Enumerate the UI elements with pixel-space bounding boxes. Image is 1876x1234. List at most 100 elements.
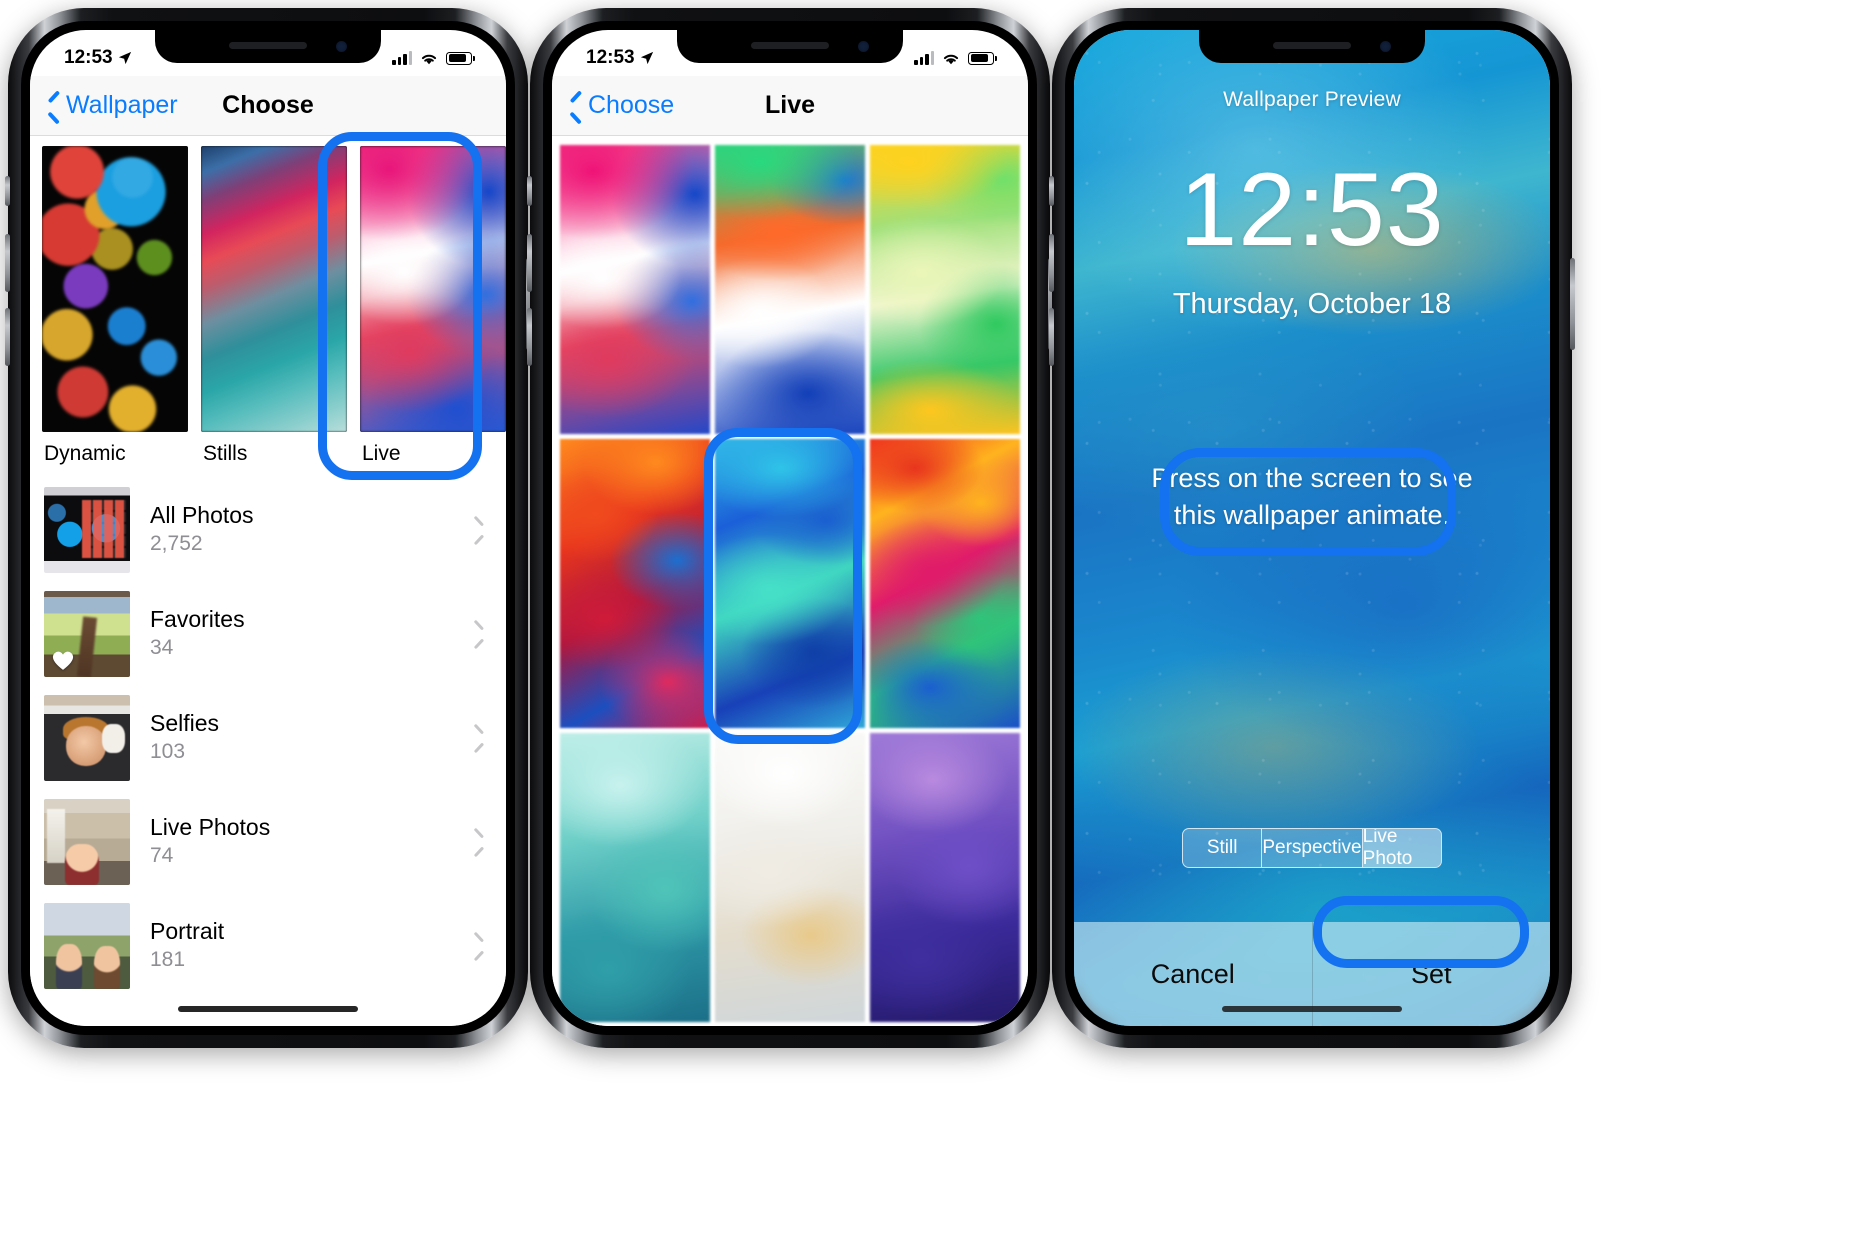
wifi-icon — [943, 54, 959, 64]
back-button-label: Choose — [588, 91, 675, 119]
side-button[interactable] — [1570, 258, 1575, 350]
selfies-thumb — [44, 695, 130, 781]
album-name: All Photos — [150, 502, 254, 529]
status-right — [392, 51, 476, 66]
phone-screen: 12:53 — [30, 30, 506, 1026]
album-name: Selfies — [150, 710, 220, 737]
phone-live: 12:53 Choose Live — [527, 8, 1053, 1048]
phone-screen: Wallpaper Preview 12:53 Thursday, Octobe… — [1074, 30, 1550, 1026]
live-wallpaper-7[interactable] — [560, 733, 710, 1022]
mute-switch[interactable] — [1049, 176, 1054, 206]
phone-bezel: 12:53 — [21, 21, 515, 1035]
status-time: 12:53 — [64, 47, 113, 68]
chevron-right-icon — [475, 936, 486, 956]
live-wallpaper-4[interactable] — [560, 439, 710, 728]
live-wallpaper-2[interactable] — [715, 145, 865, 434]
segment-live-photo[interactable]: Live Photo — [1362, 829, 1441, 867]
chevron-right-icon — [475, 832, 486, 852]
volume-up-button[interactable] — [527, 234, 532, 292]
category-label-stills: Stills — [203, 442, 248, 465]
segment-perspective[interactable]: Perspective — [1262, 829, 1363, 867]
segment-still[interactable]: Still — [1183, 829, 1263, 867]
album-name: Portrait — [150, 918, 225, 945]
press-hint-line-1: Press on the screen to see — [1151, 463, 1473, 493]
live-wallpaper-5[interactable] — [715, 439, 865, 728]
home-indicator[interactable] — [1222, 1006, 1402, 1012]
album-count: 103 — [150, 740, 186, 764]
live-photos-thumb — [44, 799, 130, 885]
choose-content: Dynamic Stills Live All Photos 2,752 Fav… — [30, 137, 506, 1026]
album-count: 181 — [150, 948, 186, 972]
chevron-left-icon — [46, 94, 60, 118]
live-wallpaper-3[interactable] — [870, 145, 1020, 434]
all-photos-thumb — [44, 487, 130, 573]
phone-bezel: Wallpaper Preview 12:53 Thursday, Octobe… — [1065, 21, 1559, 1035]
chevron-right-icon — [475, 624, 486, 644]
category-stills[interactable]: Stills — [201, 146, 347, 466]
album-row-favorites[interactable]: Favorites 34 — [30, 582, 506, 686]
category-live[interactable]: Live — [360, 146, 506, 466]
mute-switch[interactable] — [5, 176, 10, 206]
home-indicator[interactable] — [178, 1006, 358, 1012]
volume-down-button[interactable] — [5, 308, 10, 366]
album-count: 74 — [150, 844, 174, 868]
notch — [1199, 30, 1425, 63]
album-row-all-photos[interactable]: All Photos 2,752 — [30, 478, 506, 582]
cellular-bars-icon — [392, 51, 412, 65]
battery-icon — [968, 51, 998, 65]
phone-screen: 12:53 — [552, 30, 1028, 1026]
live-gradient-thumb — [360, 146, 506, 432]
phone-bezel: 12:53 — [543, 21, 1037, 1035]
notch — [155, 30, 381, 63]
album-row-live-photos[interactable]: Live Photos 74 — [30, 790, 506, 894]
volume-down-button[interactable] — [1049, 308, 1054, 366]
volume-up-button[interactable] — [1049, 234, 1054, 292]
screenshot-stage: 12:53 Wallpaper Choose Dynamic Stills Li… — [0, 0, 1876, 1234]
back-button-label: Wallpaper — [66, 91, 178, 119]
wallpaper-preview-label: Wallpaper Preview — [1223, 88, 1401, 111]
battery-icon — [446, 51, 476, 65]
chevron-left-icon — [568, 94, 582, 118]
status-time: 12:53 — [586, 47, 635, 68]
album-meta: Favorites 34 — [150, 605, 455, 662]
category-dynamic[interactable]: Dynamic — [42, 146, 188, 466]
volume-up-button[interactable] — [5, 234, 10, 292]
notch — [677, 30, 903, 63]
back-button-choose[interactable]: Choose — [552, 91, 674, 120]
category-label-dynamic: Dynamic — [44, 442, 126, 465]
nav-bar: Wallpaper Choose — [30, 76, 506, 136]
status-left: 12:53 — [64, 47, 132, 69]
album-row-portrait[interactable]: Portrait 181 — [30, 894, 506, 998]
album-count: 34 — [150, 636, 174, 660]
album-row-selfies[interactable]: Selfies 103 — [30, 686, 506, 790]
lock-screen-clock: 12:53 — [1179, 152, 1445, 268]
wallpaper-mode-segmented-control: Still Perspective Live Photo — [1182, 828, 1442, 868]
location-arrow-icon — [640, 51, 653, 65]
stills-gradient-thumb — [201, 146, 347, 432]
status-right — [914, 51, 998, 66]
album-list: All Photos 2,752 Favorites 34 Selfies 10… — [30, 478, 506, 998]
back-button-wallpaper[interactable]: Wallpaper — [30, 91, 178, 120]
live-wallpaper-grid — [552, 137, 1028, 1022]
album-meta: Live Photos 74 — [150, 813, 455, 870]
phone-choose: 12:53 Wallpaper Choose Dynamic Stills Li… — [5, 8, 531, 1048]
live-wallpaper-1[interactable] — [560, 145, 710, 434]
earpiece-speaker — [1273, 42, 1351, 49]
category-row: Dynamic Stills Live — [30, 137, 506, 466]
mute-switch[interactable] — [527, 176, 532, 206]
volume-down-button[interactable] — [527, 308, 532, 366]
front-camera-icon — [336, 41, 347, 52]
album-meta: All Photos 2,752 — [150, 501, 455, 558]
location-arrow-icon — [118, 51, 131, 65]
album-meta: Selfies 103 — [150, 709, 455, 766]
live-wallpaper-8[interactable] — [715, 733, 865, 1022]
album-count: 2,752 — [150, 532, 203, 556]
front-camera-icon — [1380, 41, 1391, 52]
favorites-thumb — [44, 591, 130, 677]
portrait-thumb — [44, 903, 130, 989]
live-wallpaper-6[interactable] — [870, 439, 1020, 728]
phone-preview: Wallpaper Preview 12:53 Thursday, Octobe… — [1049, 8, 1575, 1048]
live-wallpaper-9[interactable] — [870, 733, 1020, 1022]
chevron-right-icon — [475, 520, 486, 540]
nav-bar: Choose Live — [552, 76, 1028, 136]
